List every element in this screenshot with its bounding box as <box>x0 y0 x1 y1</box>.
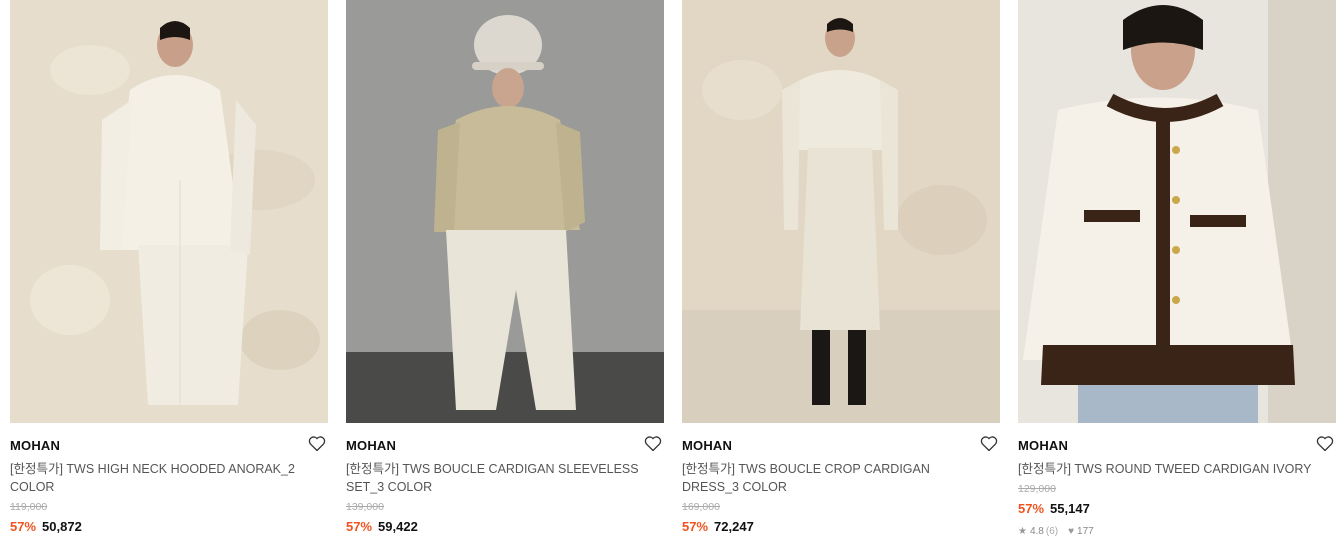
product-title[interactable]: [한정특가] TWS BOUCLE CARDIGAN SLEEVELESS SE… <box>346 460 646 496</box>
product-card[interactable]: MOHAN [한정특가] TWS ROUND TWEED CARDIGAN IV… <box>1018 0 1336 539</box>
heart-outline-icon[interactable] <box>308 435 326 452</box>
price-row: 57% 55,147 <box>1018 500 1336 517</box>
heart-outline-icon[interactable] <box>644 435 662 452</box>
brand-name[interactable]: MOHAN <box>682 437 1000 455</box>
product-title[interactable]: [한정특가] TWS ROUND TWEED CARDIGAN IVORY <box>1018 460 1318 478</box>
heart-filled-icon: ♥ <box>1068 526 1075 537</box>
original-price: 169,000 <box>682 501 720 513</box>
discount-rate: 57% <box>1018 501 1045 516</box>
review-count: (6) <box>1045 526 1059 537</box>
brand-name[interactable]: MOHAN <box>1018 437 1336 455</box>
price-row: 57% 72,247 <box>682 518 1000 535</box>
sale-price: 55,147 <box>1050 501 1090 516</box>
heart-outline-icon[interactable] <box>980 435 998 452</box>
price-row: 57% 59,422 <box>346 518 664 535</box>
brand-name[interactable]: MOHAN <box>346 437 664 455</box>
price-row: 57% 50,872 <box>10 518 328 535</box>
star-icon: ★ <box>1018 526 1027 537</box>
original-price: 129,000 <box>1018 483 1056 495</box>
product-image[interactable] <box>1018 0 1336 423</box>
brand-name[interactable]: MOHAN <box>10 437 328 455</box>
sale-price: 72,247 <box>714 519 754 534</box>
original-price: 139,000 <box>346 501 384 513</box>
discount-rate: 57% <box>346 519 373 534</box>
product-image[interactable] <box>346 0 664 423</box>
product-title[interactable]: [한정특가] TWS HIGH NECK HOODED ANORAK_2 COL… <box>10 460 310 496</box>
sale-price: 50,872 <box>42 519 82 534</box>
product-image[interactable] <box>682 0 1000 423</box>
original-price: 119,000 <box>10 501 48 513</box>
discount-rate: 57% <box>682 519 709 534</box>
product-grid: MOHAN [한정특가] TWS HIGH NECK HOODED ANORAK… <box>0 0 1336 541</box>
rating-value: 4.8 <box>1029 526 1044 537</box>
heart-outline-icon[interactable] <box>1316 435 1334 452</box>
sale-price: 59,422 <box>378 519 418 534</box>
like-count: 177 <box>1077 526 1094 537</box>
product-image[interactable] <box>10 0 328 423</box>
product-title[interactable]: [한정특가] TWS BOUCLE CROP CARDIGAN DRESS_3 … <box>682 460 982 496</box>
product-meta: ★ 4.8 (6) ♥ 177 <box>1018 525 1336 539</box>
product-card[interactable]: MOHAN [한정특가] TWS BOUCLE CROP CARDIGAN DR… <box>682 0 1000 535</box>
product-card[interactable]: MOHAN [한정특가] TWS BOUCLE CARDIGAN SLEEVEL… <box>346 0 664 535</box>
discount-rate: 57% <box>10 519 37 534</box>
product-card[interactable]: MOHAN [한정특가] TWS HIGH NECK HOODED ANORAK… <box>10 0 328 535</box>
